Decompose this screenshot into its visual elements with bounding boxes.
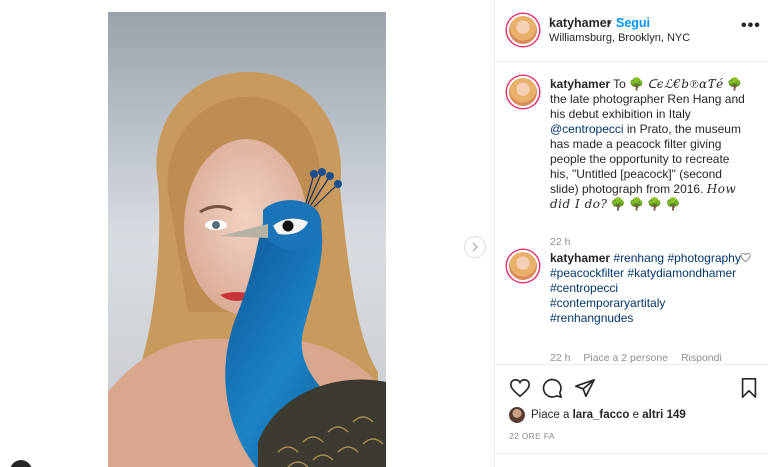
hashtag-link[interactable]: #renhangnudes [550,311,633,325]
hashtag-link[interactable]: #renhang [613,251,664,265]
post-side-panel: katyhamer • Segui Williamsburg, Brooklyn… [494,0,768,467]
comment-time[interactable]: 22 h [550,352,570,364]
post-timestamp[interactable]: 22 ORE FA [509,431,555,441]
comment-likes[interactable]: Piace a 2 persone [583,352,668,364]
chevron-right-icon [472,242,478,252]
post-actions: Piace a lara_facco e altri 149 22 ORE FA [495,364,768,467]
author-username[interactable]: katyhamer [549,16,612,30]
add-comment-area[interactable] [495,453,768,467]
caption-avatar[interactable] [507,76,539,108]
likes-join: e [632,409,640,421]
follow-button[interactable]: Segui [616,16,650,30]
more-options-icon[interactable]: ••• [741,18,761,34]
comment-like-heart-icon[interactable] [740,252,751,263]
share-icon[interactable] [574,377,596,399]
comments-list[interactable]: katyhamer To 🌳 ᑕєℒ€b℗αƬé 🌳 the late phot… [495,62,768,364]
author-avatar[interactable] [507,14,539,46]
hashtag-link[interactable]: #katydiamondhamer [627,266,736,280]
heart-icon[interactable] [509,377,531,399]
liker-username[interactable]: lara_facco [573,409,630,421]
tree-emoji-icon: 🌳 [665,197,681,211]
tree-emoji-icon: 🌳 [610,197,626,211]
reply-button[interactable]: Rispondi [681,352,722,364]
tree-emoji-icon: 🌳 [647,197,663,211]
hashtag-link[interactable]: #centropecci [550,281,618,295]
comment-avatar[interactable] [507,250,539,282]
tree-emoji-icon: 🌳 [629,77,645,91]
hashtag-link[interactable]: #peacockfilter [550,266,624,280]
hashtag-link[interactable]: #photography [667,251,740,265]
caption-celebrate: ᑕєℒ€b℗αƬé [647,77,724,91]
likes-prefix: Piace a [531,409,570,421]
mention-link[interactable]: @centropecci [550,122,624,136]
caption-username[interactable]: katyhamer [550,77,610,91]
comment-icon[interactable] [541,377,563,399]
next-slide-button[interactable] [464,236,486,258]
comment-username[interactable]: katyhamer [550,251,610,265]
liker-avatar [509,407,525,423]
comment-text: katyhamer #renhang #photography #peacock… [550,251,746,326]
likes-others[interactable]: altri 149 [642,409,685,421]
location-link[interactable]: Williamsburg, Brooklyn, NYC [549,32,690,44]
tree-emoji-icon: 🌳 [629,197,645,211]
likes-summary[interactable]: Piace a lara_facco e altri 149 [509,407,686,423]
overlay-badge [10,460,32,467]
bookmark-icon[interactable] [739,377,759,399]
comment-meta: 22 h Piace a 2 persone Rispondi [550,352,732,364]
caption-text: katyhamer To 🌳 ᑕєℒ€b℗αƬé 🌳 the late phot… [550,77,746,212]
caption-part1: To [613,77,626,91]
post-photo[interactable] [108,12,386,467]
tree-emoji-icon: 🌳 [727,77,743,91]
hashtag-link[interactable]: #contemporaryartitaly [550,296,665,310]
peacock-portrait-image [108,12,386,467]
header-separator: • [607,16,612,30]
post-header: katyhamer • Segui Williamsburg, Brooklyn… [495,0,768,62]
caption-meta: 22 h [550,236,580,248]
caption-part2: the late photographer Ren Hang and his d… [550,92,745,121]
media-stage [0,0,494,467]
caption-time[interactable]: 22 h [550,236,570,248]
